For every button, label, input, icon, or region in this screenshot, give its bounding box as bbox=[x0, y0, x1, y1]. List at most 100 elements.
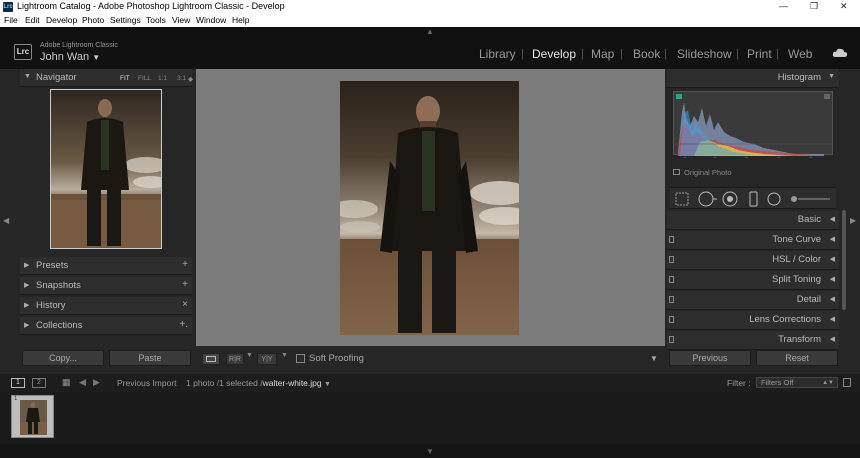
module-develop[interactable]: Develop bbox=[532, 47, 576, 61]
left-panel: ▼ Navigator FIT FILL 1:1 3:1 ◆ ▶ Presets… bbox=[14, 69, 194, 373]
tone-curve-header[interactable]: Tone Curve ◀ bbox=[667, 231, 839, 250]
module-web[interactable]: Web bbox=[788, 47, 812, 61]
soft-proofing-checkbox[interactable] bbox=[296, 354, 305, 363]
previous-button[interactable]: Previous bbox=[669, 350, 751, 366]
main-photo[interactable] bbox=[340, 81, 519, 335]
left-panel-toggle-icon[interactable]: ◀ bbox=[3, 216, 9, 225]
before-after-dropdown-icon[interactable]: ▼ bbox=[246, 352, 253, 359]
crop-tool-icon bbox=[675, 192, 689, 206]
lens-corrections-header[interactable]: Lens Corrections ◀ bbox=[667, 311, 839, 330]
expand-triangle-icon: ▶ bbox=[24, 322, 30, 329]
filmstrip: 1 bbox=[0, 392, 860, 444]
expand-triangle-icon: ▶ bbox=[24, 282, 30, 289]
develop-toolbar: R|R ▼ Y|Y ▼ Soft Proofing ▼ bbox=[196, 346, 665, 373]
panel-switch-icon[interactable] bbox=[669, 296, 674, 303]
menu-tools[interactable]: Tools bbox=[146, 15, 166, 25]
panel-switch-icon[interactable] bbox=[669, 336, 674, 343]
presets-header[interactable]: ▶ Presets + bbox=[20, 257, 192, 275]
add-preset-icon[interactable]: + bbox=[182, 259, 188, 270]
reset-button[interactable]: Reset bbox=[756, 350, 838, 366]
expand-triangle-icon: ◀ bbox=[829, 256, 835, 263]
menu-view[interactable]: View bbox=[172, 15, 190, 25]
right-panel-scrollbar[interactable] bbox=[842, 210, 846, 310]
filmstrip-thumbnail[interactable]: 1 bbox=[11, 395, 54, 438]
filter-select[interactable]: Filters Off ▲▼ bbox=[756, 377, 838, 388]
navigator-header[interactable]: ▼ Navigator FIT FILL 1:1 3:1 ◆ bbox=[20, 69, 193, 87]
grid-view-icon[interactable]: ▦ bbox=[62, 377, 71, 388]
menu-edit[interactable]: Edit bbox=[25, 15, 40, 25]
module-library[interactable]: Library bbox=[479, 47, 516, 61]
expand-triangle-icon: ◀ bbox=[829, 336, 835, 343]
collections-header[interactable]: ▶ Collections +. bbox=[20, 317, 192, 335]
copy-button[interactable]: Copy... bbox=[22, 350, 104, 366]
menu-file[interactable]: File bbox=[4, 15, 18, 25]
user-name[interactable]: John Wan ▼ bbox=[40, 51, 100, 63]
module-map[interactable]: Map bbox=[591, 47, 614, 61]
split-toning-header[interactable]: Split Toning ◀ bbox=[667, 271, 839, 290]
toolbar-options-icon[interactable]: ▼ bbox=[650, 354, 658, 363]
zoom-dropdown-icon[interactable]: ◆ bbox=[188, 75, 193, 83]
menu-help[interactable]: Help bbox=[232, 15, 249, 25]
clear-history-icon[interactable]: × bbox=[182, 299, 188, 310]
menu-develop[interactable]: Develop bbox=[46, 15, 77, 25]
panel-switch-icon[interactable] bbox=[669, 256, 674, 263]
maximize-icon[interactable]: ❐ bbox=[810, 1, 818, 12]
module-slideshow[interactable]: Slideshow bbox=[677, 47, 732, 61]
basic-header[interactable]: Basic ◀ bbox=[667, 211, 839, 230]
add-collection-icon[interactable]: +. bbox=[179, 319, 188, 330]
histogram-header[interactable]: Histogram ▼ bbox=[667, 69, 839, 88]
history-header[interactable]: ▶ History × bbox=[20, 297, 192, 315]
expand-triangle-icon: ◀ bbox=[829, 236, 835, 243]
source-label[interactable]: Previous Import bbox=[117, 378, 177, 388]
primary-window-button[interactable]: 1 bbox=[11, 378, 25, 388]
minimize-icon[interactable]: — bbox=[779, 1, 788, 11]
panel-switch-icon[interactable] bbox=[669, 236, 674, 243]
transform-header[interactable]: Transform ◀ bbox=[667, 331, 839, 350]
hsl-color-header[interactable]: HSL / Color ◀ bbox=[667, 251, 839, 270]
add-snapshot-icon[interactable]: + bbox=[182, 279, 188, 290]
tool-strip bbox=[670, 187, 836, 209]
loupe-view-icon[interactable] bbox=[202, 353, 220, 365]
cloud-icon[interactable] bbox=[832, 48, 848, 58]
expand-triangle-icon: ◀ bbox=[829, 316, 835, 323]
filename[interactable]: walter-white.jpg bbox=[263, 378, 322, 388]
close-icon[interactable]: ✕ bbox=[840, 1, 848, 12]
module-separator: | bbox=[736, 48, 739, 60]
module-book[interactable]: Book bbox=[633, 47, 660, 61]
tone-curve-label: Tone Curve bbox=[772, 234, 821, 245]
collapse-bottom-arrow-icon[interactable]: ▼ bbox=[426, 447, 434, 456]
collapse-top-arrow-icon[interactable]: ▲ bbox=[426, 27, 434, 36]
back-arrow-icon[interactable]: ◀ bbox=[79, 377, 86, 388]
module-print[interactable]: Print bbox=[747, 47, 772, 61]
forward-arrow-icon[interactable]: ▶ bbox=[93, 377, 100, 388]
spot-removal-icon bbox=[698, 191, 717, 207]
menu-photo[interactable]: Photo bbox=[82, 15, 104, 25]
paste-button[interactable]: Paste bbox=[109, 350, 191, 366]
panel-switch-icon[interactable] bbox=[669, 316, 674, 323]
zoom-fit[interactable]: FIT bbox=[120, 75, 130, 82]
zoom-1-1[interactable]: 1:1 bbox=[158, 75, 167, 82]
navigator-preview[interactable] bbox=[50, 89, 162, 249]
main-image-canvas[interactable] bbox=[196, 69, 665, 346]
histogram-graph[interactable] bbox=[673, 91, 833, 156]
hsl-color-label: HSL / Color bbox=[772, 254, 821, 265]
original-photo-label: Original Photo bbox=[684, 168, 732, 177]
expand-triangle-icon: ▶ bbox=[24, 262, 30, 269]
secondary-window-button[interactable]: 2 bbox=[32, 378, 46, 388]
menu-window[interactable]: Window bbox=[196, 15, 226, 25]
zoom-fill[interactable]: FILL bbox=[138, 75, 151, 82]
panel-switch-icon[interactable] bbox=[669, 276, 674, 283]
swap-dropdown-icon[interactable]: ▼ bbox=[281, 352, 288, 359]
collapse-triangle-icon: ▼ bbox=[24, 73, 31, 80]
right-panel-toggle-icon[interactable]: ▶ bbox=[850, 216, 856, 225]
snapshots-label: Snapshots bbox=[36, 280, 81, 291]
filter-lock-icon[interactable] bbox=[843, 378, 851, 387]
filmstrip-toolbar: 1 2 ▦ ◀ ▶ Previous Import 1 photo /1 sel… bbox=[0, 374, 860, 392]
detail-header[interactable]: Detail ◀ bbox=[667, 291, 839, 310]
menu-settings[interactable]: Settings bbox=[110, 15, 141, 25]
snapshots-header[interactable]: ▶ Snapshots + bbox=[20, 277, 192, 295]
before-after-rr-icon[interactable]: R|R bbox=[226, 353, 244, 365]
module-separator: | bbox=[620, 48, 623, 60]
swap-yy-icon[interactable]: Y|Y bbox=[257, 353, 277, 365]
zoom-3-1[interactable]: 3:1 bbox=[177, 75, 186, 82]
